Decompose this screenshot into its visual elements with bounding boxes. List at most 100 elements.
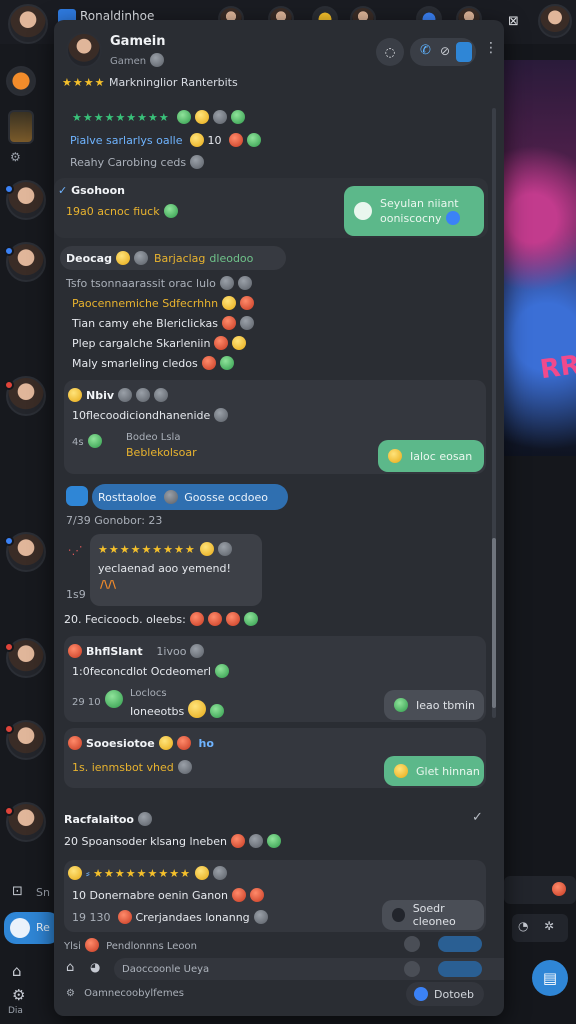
badge (4, 184, 14, 194)
link-pill[interactable]: Rosttaoloe Goosse ocdoeo (92, 484, 288, 510)
scrollbar-thumb[interactable] (492, 538, 496, 708)
reply-bubble[interactable]: Ieao tbmin (384, 690, 484, 720)
stars-icon: ★★★★★★★★★ (93, 867, 191, 880)
message-text: 19 130 Crerjandaes lonanng (72, 910, 268, 924)
settings-icon[interactable]: ⚙ (66, 988, 75, 999)
message-card[interactable]: BhflSlant 1ivoo 1:0feconcdlot Ocdeomerl … (64, 636, 486, 722)
check-icon[interactable]: ✓ (472, 810, 483, 825)
reply-icon[interactable] (66, 486, 88, 506)
reply-bubble[interactable]: Ialoc eosan (378, 440, 484, 472)
chat-icon[interactable]: ◔ (518, 919, 528, 933)
message-meta: Reahy Carobing ceds (70, 155, 205, 169)
user-icon (164, 490, 179, 504)
reply-bubble[interactable]: Glet hinnan (384, 756, 484, 786)
refresh-button[interactable]: ◌ (376, 38, 404, 66)
bottom-label: Dia (8, 1006, 23, 1016)
gear-icon[interactable]: ✲ (544, 919, 554, 933)
reply-bubble[interactable]: Soedr cleoneo (382, 900, 484, 930)
gift-icon[interactable]: ⊠ (508, 14, 519, 29)
emoji-icon (189, 133, 204, 147)
emoji-icon (228, 133, 243, 147)
video-toggle[interactable] (456, 42, 472, 62)
emoji-icon (115, 251, 130, 265)
chat-avatar[interactable] (66, 32, 102, 68)
message-header-chip[interactable]: Deocag Barjaclag dleodoo (60, 246, 286, 270)
badge (4, 246, 14, 256)
stars-icon: ★★★★ (62, 76, 106, 89)
message-card[interactable]: Nbiv 10flecoodiciondhanenide 4s Bodeo Ls… (64, 380, 486, 474)
chat-bubble-icon: ▤ (542, 969, 558, 987)
message-text: yeclaenad aoo yemend! (98, 562, 231, 575)
emoji-toggle[interactable] (438, 936, 482, 952)
nav-icon (10, 918, 30, 938)
scrollbar[interactable] (492, 108, 496, 718)
message-author[interactable]: Racfalaitoo (64, 812, 152, 826)
emoji-icon (231, 110, 246, 124)
message-author[interactable]: ✓ Gsohoon (58, 184, 125, 197)
badge (4, 536, 14, 546)
new-message-button[interactable]: ▤ (532, 960, 568, 996)
reaction-row: ⸗ ★★★★★★★★★ (68, 866, 227, 880)
nav-label: Re (36, 921, 50, 934)
call-controls[interactable]: ✆ ⊘ (410, 38, 476, 66)
message-meta: 19a0 acnoc fiuck (66, 204, 178, 218)
message-sub: Ioneeotbs (130, 700, 225, 718)
chat-panel: Gamein Gamen ◌ ✆ ⊘ ⋮ ★★★★ Markninglior R… (54, 20, 504, 1016)
user-avatar[interactable] (8, 4, 48, 44)
message-text: Plep cargalche Skarleniin (72, 336, 247, 350)
compose-row[interactable]: Ylsi Pendlonnns Leoon (64, 938, 197, 952)
gear-icon[interactable]: ⚙ (12, 986, 25, 1004)
chat-name: Gamein (110, 34, 166, 49)
phone-icon[interactable]: ✆ (420, 43, 431, 58)
draft-pill[interactable]: Dotoeb (406, 982, 484, 1006)
server-icon[interactable] (6, 66, 36, 96)
message-text: 10flecoodiciondhanenide (72, 408, 229, 422)
message-text: Pialve sarlarlys oalle 10 (70, 133, 261, 147)
badge (4, 806, 14, 816)
timestamp: 1s9 (66, 588, 86, 601)
settings-icon[interactable]: ⚙ (10, 150, 21, 164)
left-rail-bottom: ⊡ Sn ⌂ ⚙ Dia (0, 876, 60, 1024)
window-icon[interactable]: ⊡ (12, 884, 23, 899)
more-icon[interactable]: ⋮ (484, 40, 498, 56)
message-sub: 29 10 (72, 690, 123, 708)
attach-icon[interactable] (404, 961, 420, 977)
emoji-icon[interactable] (552, 882, 566, 896)
option-icon[interactable] (404, 936, 420, 952)
flame-icon: /\/\ (100, 578, 117, 591)
stars-icon: ★★★★★★★★★ (98, 543, 196, 556)
emoji-icon (177, 110, 192, 124)
reaction-row: ★★★★★★★★★ (72, 110, 246, 124)
message-author[interactable]: Sooesiotoe ho (68, 736, 214, 750)
emoji-icon (213, 110, 228, 124)
message-card[interactable]: ⸗ ★★★★★★★★★ 10 Donernabre oenin Ganon 19… (64, 860, 486, 932)
side-input[interactable] (504, 876, 576, 904)
message-text: Paocennemiche Sdfecrhhn (72, 296, 255, 310)
message-author[interactable]: BhflSlant 1ivoo (68, 644, 205, 658)
active-nav-item[interactable]: Re (4, 912, 60, 944)
message-text: 1:0feconcdlot Ocdeomerl (72, 664, 229, 678)
compose-row[interactable]: ⚙ Oamnecoobylfemes (66, 988, 184, 999)
emoji-icon[interactable]: ◕ (90, 960, 100, 974)
server-icon[interactable] (8, 110, 34, 144)
chat-subtitle: Gamen (110, 53, 165, 67)
emoji-icon (195, 110, 210, 124)
message-text: 10 Donernabre oenin Ganon (72, 888, 264, 902)
message-text: Tian camy ehe Blericlickas (72, 316, 254, 330)
message-sub: Loclocs (130, 688, 167, 699)
reply-bubble[interactable]: Seyulan niiant ooniscocny (344, 186, 484, 236)
announcement-bubble[interactable]: ★★★★★★★★★ yeclaenad aoo yemend! /\/\ (90, 534, 262, 606)
home-icon[interactable]: ⌂ (66, 960, 74, 975)
message-card[interactable]: Sooesiotoe ho 1s. ienmsbot vhed Glet hin… (64, 728, 486, 788)
search-label[interactable]: Sn (36, 886, 50, 899)
message-author[interactable]: Nbiv (68, 388, 169, 402)
emoji-icon (445, 211, 460, 225)
message-text: Tsfo tsonnaarassit orac lulo (66, 276, 252, 290)
send-options[interactable] (438, 961, 482, 977)
link-icon[interactable]: ⊘ (440, 44, 450, 58)
bubble-line: Seyulan niiant (380, 197, 459, 210)
badge (4, 724, 14, 734)
home-icon[interactable]: ⌂ (12, 962, 22, 980)
profile-avatar[interactable] (538, 4, 572, 38)
message-card[interactable]: ✓ Gsohoon 19a0 acnoc fiuck Seyulan niian… (54, 178, 488, 238)
